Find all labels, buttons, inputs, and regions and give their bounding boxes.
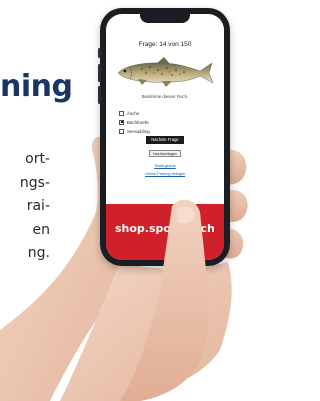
tapping-finger-illustration <box>120 199 210 401</box>
